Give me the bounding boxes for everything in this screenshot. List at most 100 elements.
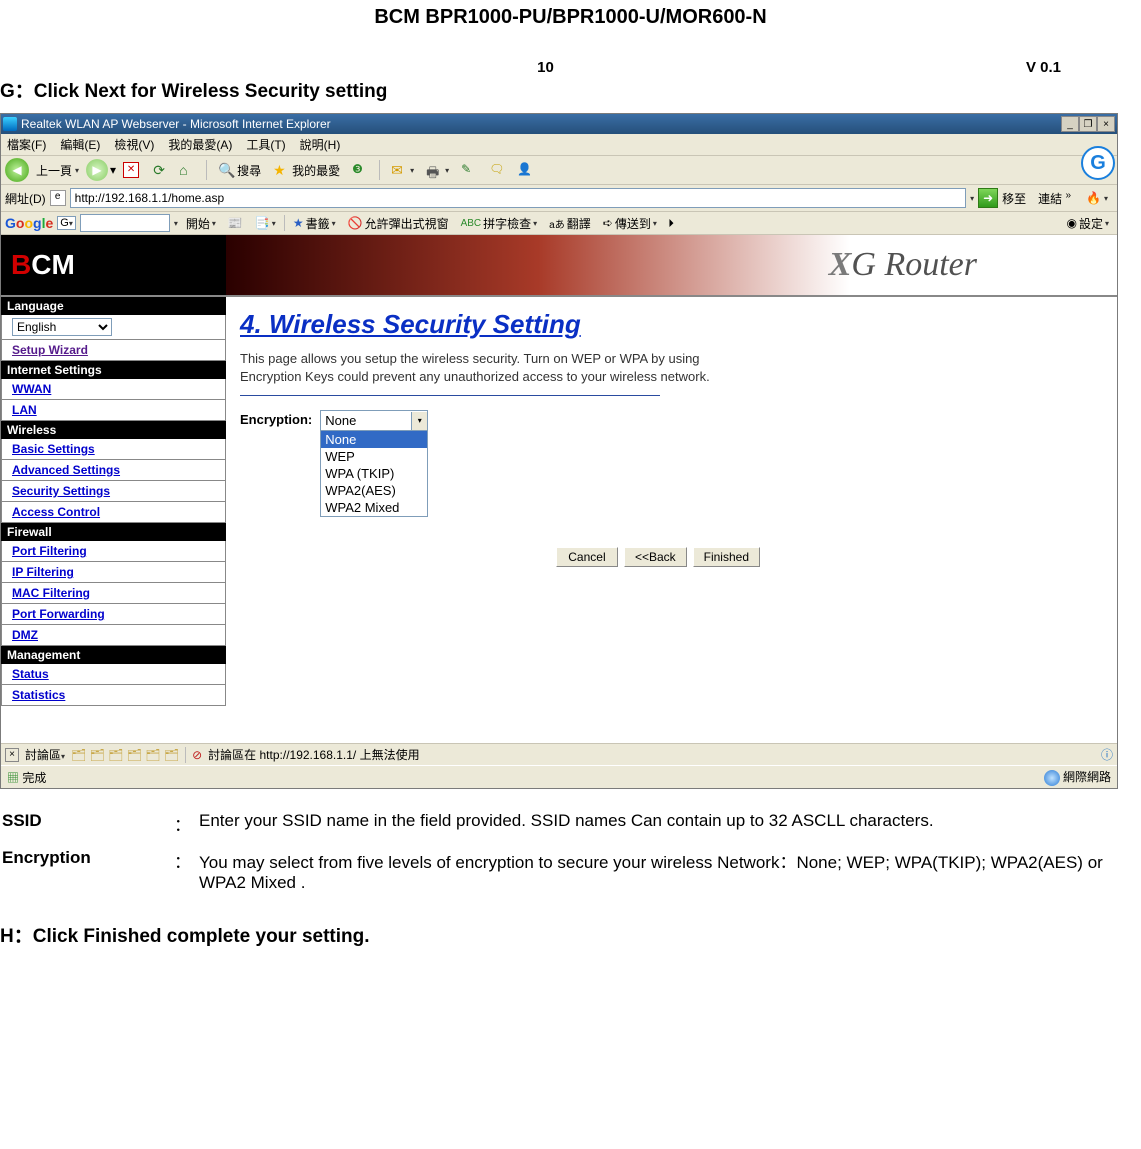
search-button[interactable]: 🔍搜尋 (213, 159, 266, 181)
panel-divider (240, 395, 660, 396)
status-done-text: 完成 (22, 771, 46, 785)
menu-file[interactable]: 檔案(F) (7, 136, 46, 153)
menu-tools[interactable]: 工具(T) (246, 136, 285, 153)
toolbar-separator (379, 160, 380, 180)
google-sendto-button[interactable]: ➪傳送到▾ (599, 215, 661, 232)
finished-button[interactable]: Finished (693, 547, 760, 567)
google-news-icon[interactable]: 📰 (224, 216, 247, 230)
menu-edit[interactable]: 編輯(E) (60, 136, 100, 153)
ie-icon (3, 117, 17, 131)
print-button[interactable]: 🖶▾ (421, 159, 454, 181)
menu-favorites[interactable]: 我的最愛(A) (168, 136, 232, 153)
sidebar-item-portfilter[interactable]: Port Filtering (1, 541, 226, 562)
language-select[interactable]: English (12, 318, 112, 336)
links-label[interactable]: 連結 » (1038, 190, 1071, 207)
sidebar-item-ipfilter[interactable]: IP Filtering (1, 562, 226, 583)
google-translate-button[interactable]: aあ翻譯 (545, 215, 595, 232)
minimize-button[interactable]: _ (1061, 116, 1079, 132)
toolbar-separator (284, 215, 285, 231)
google-more-button[interactable]: 🞂 (665, 216, 678, 231)
discuss-button[interactable]: 🗨 (484, 159, 510, 181)
dropdown-arrow-icon[interactable]: ▾ (411, 412, 427, 430)
encryption-option[interactable]: WPA2(AES) (321, 482, 427, 499)
google-blog-button[interactable]: 📑▾ (251, 216, 280, 230)
sidebar-item-dmz[interactable]: DMZ (1, 625, 226, 646)
stop-button[interactable]: ✕ (118, 159, 144, 181)
encryption-option[interactable]: WPA (TKIP) (321, 465, 427, 482)
google-logo[interactable]: Google (5, 215, 53, 231)
sidebar-item-lan[interactable]: LAN (1, 400, 226, 421)
def-value-ssid: Enter your SSID name in the field provid… (199, 809, 1139, 844)
messenger-button[interactable]: 👤 (512, 159, 538, 181)
back-step-button[interactable]: <<Back (624, 547, 687, 567)
google-bookmarks-button[interactable]: ★書籤▾ (289, 215, 340, 232)
toolbar-separator (185, 747, 186, 763)
discuss-help-icon[interactable]: ⓘ (1101, 746, 1113, 763)
router-banner: BCM XG Router (1, 235, 1117, 295)
google-settings-button[interactable]: ◉設定▾ (1062, 215, 1113, 232)
encryption-options-list: None WEP WPA (TKIP) WPA2(AES) WPA2 Mixed (321, 431, 427, 516)
sidebar-item-security[interactable]: Security Settings (1, 481, 226, 502)
back-button[interactable]: ◀ (5, 158, 29, 182)
google-search-dropdown-icon[interactable]: ▾ (174, 219, 178, 228)
address-input[interactable] (70, 188, 966, 208)
addon-button[interactable]: 🔥▾ (1081, 187, 1113, 209)
encryption-option[interactable]: None (321, 431, 427, 448)
discuss-message: 討論區在 http://192.168.1.1/ 上無法使用 (208, 746, 419, 763)
sidebar-head-wireless: Wireless (1, 421, 226, 439)
def-term-ssid: SSID (2, 809, 172, 844)
discuss-icons[interactable]: 🗂 🗂 🗂 🗂 🗂 🗂 (71, 748, 179, 762)
nav-toolbar: ◀ 上一頁 ▾ ▶ ▾ ✕ ⟳ ⌂ 🔍搜尋 ★我的最愛 ❸ ✉▾ 🖶▾ ✎ 🗨 … (1, 156, 1117, 185)
sidebar-item-access[interactable]: Access Control (1, 502, 226, 523)
def-term-encryption: Encryption (2, 846, 172, 901)
section-h-heading: H：Click Finished complete your setting. (0, 921, 1141, 948)
go-button[interactable]: ➜ (978, 188, 998, 208)
cancel-button[interactable]: Cancel (556, 547, 618, 567)
menu-view[interactable]: 檢視(V) (114, 136, 154, 153)
sidebar-item-advanced[interactable]: Advanced Settings (1, 460, 226, 481)
encryption-option[interactable]: WPA2 Mixed (321, 499, 427, 516)
history-button[interactable]: ❸ (347, 159, 373, 181)
home-button[interactable]: ⌂ (174, 159, 200, 181)
sidebar-head-language: Language (1, 297, 226, 315)
encryption-select[interactable]: None ▾ None WEP WPA (TKIP) WPA2(AES) WPA… (320, 410, 428, 517)
mail-button[interactable]: ✉▾ (386, 159, 419, 181)
sidebar-item-portfwd[interactable]: Port Forwarding (1, 604, 226, 625)
google-spellcheck-button[interactable]: ABC拼字檢查▾ (457, 215, 542, 232)
google-popup-button[interactable]: 🚫允許彈出式視窗 (344, 215, 453, 232)
google-search-input[interactable] (80, 214, 170, 232)
sidebar-item-statistics[interactable]: Statistics (1, 685, 226, 706)
status-bar: ▦ 完成 網際網路 (1, 765, 1117, 788)
forward-button[interactable]: ▶ (86, 159, 108, 181)
page-number: 10 (0, 59, 1091, 76)
refresh-button[interactable]: ⟳ (146, 159, 172, 181)
page-icon: e (50, 190, 66, 206)
close-button[interactable]: × (1097, 116, 1115, 132)
discuss-close-icon[interactable]: × (5, 748, 19, 762)
forward-menu-icon[interactable]: ▾ (110, 163, 116, 177)
sidebar-item-wwan[interactable]: WWAN (1, 379, 226, 400)
sidebar-item-basic[interactable]: Basic Settings (1, 439, 226, 460)
definitions-table: SSID ： Enter your SSID name in the field… (0, 807, 1141, 903)
internet-zone-icon (1044, 770, 1060, 786)
restore-button[interactable]: ❐ (1079, 116, 1097, 132)
google-brand-dropdown[interactable]: G▾ (57, 216, 76, 230)
address-bar: 網址(D) e ▾ ➜ 移至 連結 » 🔥▾ (1, 185, 1117, 212)
ie-window: Realtek WLAN AP Webserver - Microsoft In… (0, 113, 1118, 789)
google-badge-icon[interactable]: G (1081, 146, 1115, 180)
google-start-button[interactable]: 開始 ▾ (182, 215, 220, 232)
sidebar-head-internet: Internet Settings (1, 361, 226, 379)
address-dropdown-icon[interactable]: ▾ (970, 194, 974, 203)
go-label: 移至 (1002, 190, 1026, 207)
encryption-option[interactable]: WEP (321, 448, 427, 465)
menu-help[interactable]: 說明(H) (300, 136, 341, 153)
favorites-button[interactable]: ★我的最愛 (268, 159, 345, 181)
sidebar-item-setup-wizard[interactable]: Setup Wizard (1, 340, 226, 361)
back-label[interactable]: 上一頁 ▾ (31, 159, 84, 181)
discuss-label[interactable]: 討論區▾ (25, 746, 65, 763)
edit-button[interactable]: ✎ (456, 159, 482, 181)
bcm-logo: BCM (1, 235, 226, 295)
sidebar-item-status[interactable]: Status (1, 664, 226, 685)
window-title: Realtek WLAN AP Webserver - Microsoft In… (21, 117, 1061, 131)
sidebar-item-macfilter[interactable]: MAC Filtering (1, 583, 226, 604)
